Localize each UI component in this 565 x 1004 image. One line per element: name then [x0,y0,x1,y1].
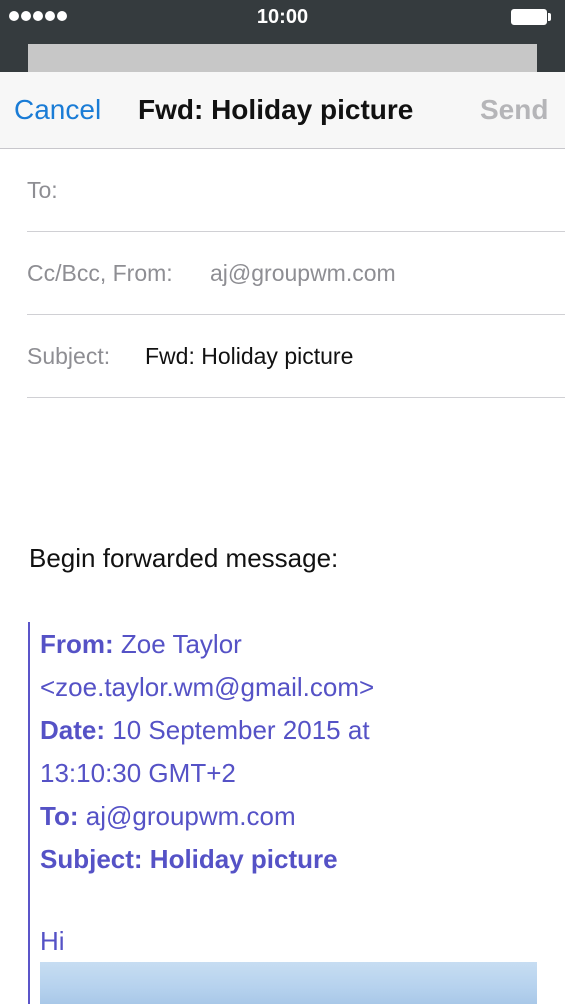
page-title: Fwd: Holiday picture [138,94,414,125]
to-field-label: To: [27,177,58,203]
forwarded-to-value[interactable]: aj@groupwm.com [86,801,296,831]
cc-bcc-from-field[interactable]: Cc/Bcc, From: aj@groupwm.com [27,232,565,315]
status-time: 10:00 [256,6,309,28]
forwarded-from-label: From: [40,629,114,659]
forward-intro-text: Begin forwarded message: [29,543,339,573]
forwarded-from-line: From: Zoe Taylor [40,629,242,660]
forwarded-from-email[interactable]: <zoe.taylor.wm@gmail.com> [40,672,374,703]
forwarded-date-time: 13:10:30 GMT+2 [40,758,236,788]
to-field[interactable]: To: [27,149,565,232]
forwarded-subject-line: Subject: Holiday picture [40,844,338,874]
send-button[interactable]: Send [480,94,548,126]
forwarded-message-quote: From: Zoe Taylor <zoe.taylor.wm@gmail.co… [28,622,565,1004]
forwarded-date-value: 10 September 2015 at [112,715,370,745]
forwarded-to-line: To: aj@groupwm.com [40,801,296,832]
subject-input[interactable]: Fwd: Holiday picture [145,343,353,370]
forwarded-greeting: Hi [40,926,65,956]
cancel-button[interactable]: Cancel [14,94,101,126]
status-bar: 10:00 [0,0,565,72]
battery-tip [548,13,551,21]
from-address[interactable]: aj@groupwm.com [210,260,396,287]
background-sheet [28,44,537,72]
navigation-bar: Cancel Fwd: Holiday picture Send [0,72,565,149]
forwarded-to-label: To: [40,801,79,831]
holiday-photo-image [40,962,537,1004]
battery-icon [511,9,547,25]
forwarded-date-label: Date: [40,715,106,745]
forwarded-date-line: Date: 10 September 2015 at [40,715,370,746]
cc-bcc-from-label: Cc/Bcc, From: [27,260,173,286]
subject-label: Subject: [27,343,111,369]
subject-field[interactable]: Subject: Fwd: Holiday picture [27,315,565,398]
forwarded-from-name: Zoe Taylor [120,629,242,659]
